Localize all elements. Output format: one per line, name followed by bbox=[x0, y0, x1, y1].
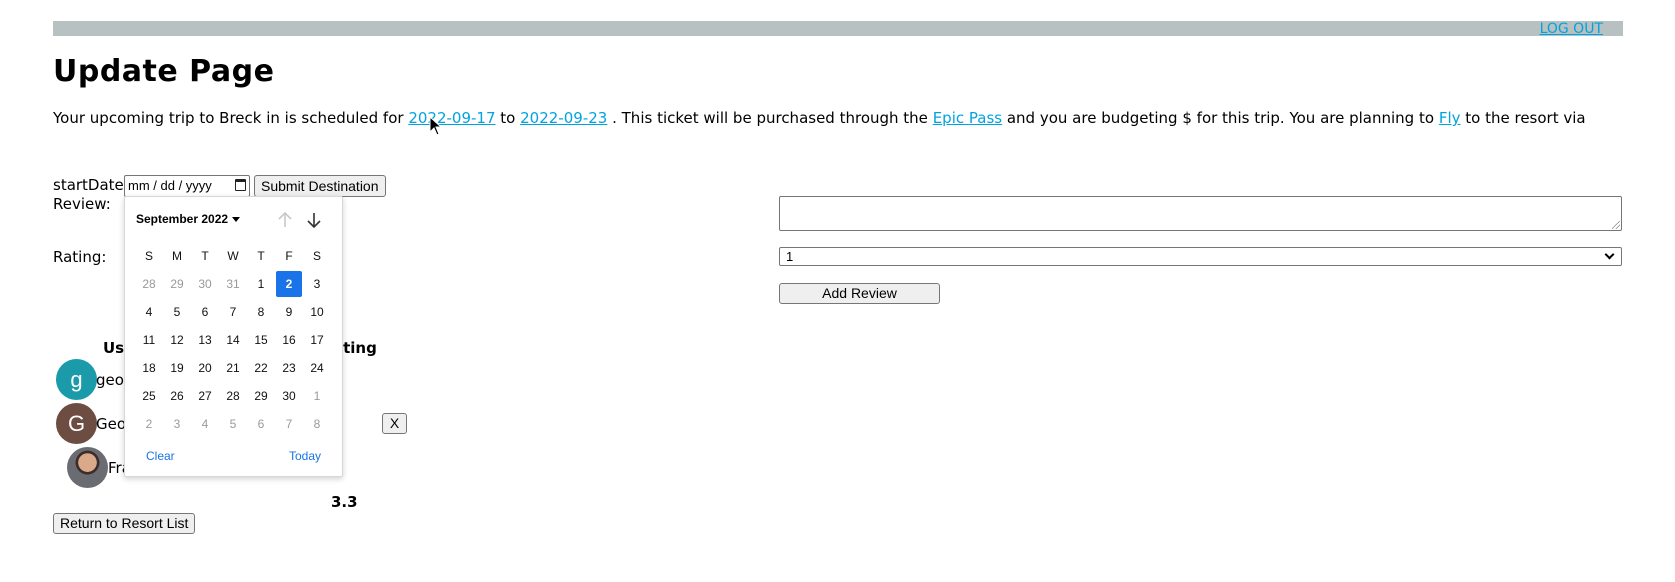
logout-link[interactable]: LOG OUT bbox=[1540, 21, 1603, 37]
calendar-day[interactable]: 23 bbox=[276, 355, 302, 381]
weekday-header: S bbox=[144, 249, 153, 263]
mouse-cursor-icon bbox=[429, 116, 443, 136]
calendar-day[interactable]: 18 bbox=[136, 355, 162, 381]
trip-text-suffix: to the resort via bbox=[1465, 109, 1586, 127]
calendar-day[interactable]: 3 bbox=[304, 271, 330, 297]
review-user-name: geo bbox=[96, 371, 124, 389]
calendar-day[interactable]: 12 bbox=[164, 327, 190, 353]
top-bar: LOG OUT bbox=[53, 21, 1623, 37]
calendar-day[interactable]: 28 bbox=[136, 271, 162, 297]
calendar-day[interactable]: 3 bbox=[164, 411, 190, 437]
calendar-day[interactable]: 30 bbox=[276, 383, 302, 409]
calendar-day[interactable]: 30 bbox=[192, 271, 218, 297]
clear-date-button[interactable]: Clear bbox=[146, 449, 175, 463]
calendar-day[interactable]: 21 bbox=[220, 355, 246, 381]
caret-down-icon bbox=[232, 217, 241, 223]
calendar-day[interactable]: 7 bbox=[276, 411, 302, 437]
review-label: Review: bbox=[53, 195, 111, 213]
calendar-day[interactable]: 26 bbox=[164, 383, 190, 409]
resize-handle-icon[interactable] bbox=[1612, 221, 1620, 229]
weekday-header: T bbox=[257, 249, 265, 263]
calendar-day[interactable]: 6 bbox=[192, 299, 218, 325]
avatar: G bbox=[56, 403, 97, 444]
pass-link[interactable]: Epic Pass bbox=[933, 109, 1002, 127]
calendar-day[interactable]: 28 bbox=[220, 383, 246, 409]
arrow-down-icon[interactable] bbox=[303, 209, 325, 231]
trip-text-mid: . This ticket will be purchased through … bbox=[612, 109, 928, 127]
chevron-down-icon bbox=[1604, 249, 1615, 260]
calendar-day[interactable]: 16 bbox=[276, 327, 302, 353]
arrow-up-icon[interactable] bbox=[274, 209, 296, 231]
calendar-day[interactable]: 29 bbox=[248, 383, 274, 409]
avatar-photo bbox=[67, 447, 108, 488]
trip-text-prefix: Your upcoming trip to Breck in is schedu… bbox=[53, 109, 404, 127]
calendar-day[interactable]: 15 bbox=[248, 327, 274, 353]
calendar-day[interactable]: 5 bbox=[164, 299, 190, 325]
weekday-header: M bbox=[172, 249, 182, 263]
calendar-day[interactable]: 2 bbox=[136, 411, 162, 437]
calendar-day[interactable]: 17 bbox=[304, 327, 330, 353]
calendar-day[interactable]: 8 bbox=[304, 411, 330, 437]
submit-destination-button[interactable]: Submit Destination bbox=[254, 175, 386, 197]
rating-selected-value: 1 bbox=[786, 249, 794, 264]
calendar-day[interactable]: 10 bbox=[304, 299, 330, 325]
calendar-day[interactable]: 27 bbox=[192, 383, 218, 409]
calendar-day[interactable]: 25 bbox=[136, 383, 162, 409]
weekday-header: S bbox=[312, 249, 321, 263]
calendar-day[interactable]: 19 bbox=[164, 355, 190, 381]
trip-summary: Your upcoming trip to Breck in is schedu… bbox=[53, 109, 1586, 127]
rating-select[interactable]: 1 bbox=[779, 247, 1622, 266]
month-year-label: September 2022 bbox=[136, 212, 229, 226]
calendar-day[interactable]: 22 bbox=[248, 355, 274, 381]
calendar-day[interactable]: 6 bbox=[248, 411, 274, 437]
average-rating: 3.3 bbox=[331, 493, 358, 511]
start-date-input[interactable]: mm / dd / yyyy bbox=[124, 175, 250, 197]
weekday-header: W bbox=[227, 249, 239, 263]
rating-label: Rating: bbox=[53, 248, 107, 266]
calendar-day[interactable]: 4 bbox=[136, 299, 162, 325]
datepicker-popup: September 2022 S M T W T F S 28 29 30 31 1 2 3 4 5 6 7 8 9 1… bbox=[124, 196, 343, 477]
add-review-button[interactable]: Add Review bbox=[779, 283, 940, 304]
calendar-day[interactable]: 24 bbox=[304, 355, 330, 381]
end-date-link[interactable]: 2022-09-23 bbox=[520, 109, 607, 127]
calendar-day[interactable]: 1 bbox=[248, 271, 274, 297]
page-title: Update Page bbox=[53, 54, 275, 89]
travel-mode-link[interactable]: Fly bbox=[1439, 109, 1461, 127]
trip-text-to: to bbox=[500, 109, 516, 127]
weekday-header: T bbox=[201, 249, 209, 263]
calendar-icon[interactable] bbox=[235, 179, 246, 191]
delete-review-button[interactable]: X bbox=[382, 413, 407, 434]
calendar-day[interactable]: 13 bbox=[192, 327, 218, 353]
calendar-day[interactable]: 4 bbox=[192, 411, 218, 437]
trip-text-budget: and you are budgeting $ for this trip. Y… bbox=[1006, 109, 1435, 127]
calendar-day[interactable]: 11 bbox=[136, 327, 162, 353]
calendar-day[interactable]: 14 bbox=[220, 327, 246, 353]
calendar-day[interactable]: 2 bbox=[276, 271, 302, 297]
calendar-day[interactable]: 5 bbox=[220, 411, 246, 437]
calendar-day[interactable]: 7 bbox=[220, 299, 246, 325]
today-button[interactable]: Today bbox=[289, 449, 321, 463]
review-user-name: Geo bbox=[96, 415, 127, 433]
calendar-day[interactable]: 20 bbox=[192, 355, 218, 381]
calendar-day[interactable]: 31 bbox=[220, 271, 246, 297]
start-date-label: startDate: bbox=[53, 176, 129, 194]
weekday-header: F bbox=[285, 249, 293, 263]
calendar-day[interactable]: 1 bbox=[304, 383, 330, 409]
date-placeholder: mm / dd / yyyy bbox=[128, 178, 212, 193]
month-year-selector[interactable]: September 2022 bbox=[136, 212, 241, 226]
calendar-day[interactable]: 8 bbox=[248, 299, 274, 325]
calendar-day[interactable]: 9 bbox=[276, 299, 302, 325]
start-date-link[interactable]: 2022-09-17 bbox=[408, 109, 495, 127]
review-textarea[interactable] bbox=[779, 196, 1622, 231]
calendar-day[interactable]: 29 bbox=[164, 271, 190, 297]
return-to-resort-list-button[interactable]: Return to Resort List bbox=[53, 513, 196, 534]
avatar: g bbox=[56, 359, 97, 400]
